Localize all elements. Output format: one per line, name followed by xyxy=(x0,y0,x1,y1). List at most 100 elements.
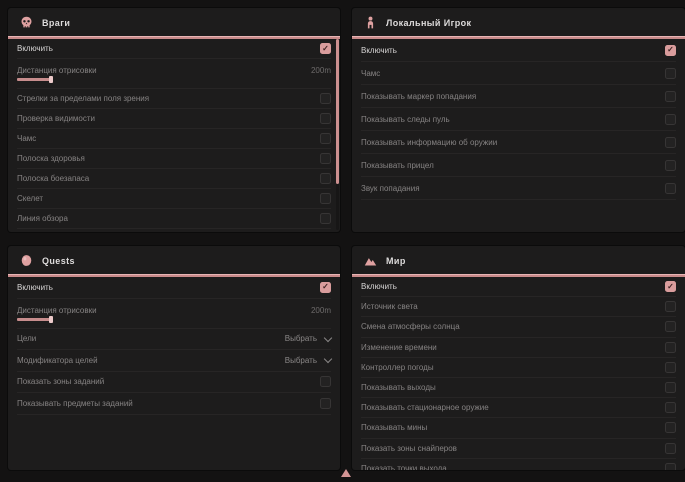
slider[interactable] xyxy=(17,318,52,321)
panel-title: Враги xyxy=(42,18,70,28)
checkbox[interactable] xyxy=(665,160,676,171)
row-label: Показать точки выхода xyxy=(361,464,447,470)
row-label: Показывать маркер попадания xyxy=(361,92,476,101)
row-label: Полоска здоровья xyxy=(17,154,85,163)
row-label: Дистанция отрисовки xyxy=(17,306,97,315)
scrollbar-thumb[interactable] xyxy=(336,39,339,184)
row-toggle: Контроллер погоды xyxy=(361,358,676,378)
circle-icon xyxy=(20,254,33,267)
row-toggle: Скелет xyxy=(17,189,331,209)
row-toggle: Включить✓ xyxy=(17,39,331,59)
row-toggle: Показывать прицел xyxy=(361,154,676,177)
checkbox[interactable] xyxy=(665,68,676,79)
row-label: Цели xyxy=(17,334,36,343)
row-toggle: Изменение времени xyxy=(361,338,676,358)
chevron-down-icon xyxy=(324,355,332,363)
person-icon xyxy=(364,16,377,29)
scrollbar[interactable] xyxy=(336,39,339,230)
skull-icon xyxy=(20,16,33,29)
panel-title: Quests xyxy=(42,256,75,266)
check-icon: ✓ xyxy=(667,46,674,54)
checkbox[interactable] xyxy=(320,398,331,409)
slider-value: 200m xyxy=(311,306,331,315)
checkbox[interactable] xyxy=(665,321,676,332)
dropdown[interactable]: Выбрать xyxy=(285,356,331,365)
row-slider: Дистанция отрисовки 200m xyxy=(17,59,331,89)
checkbox[interactable] xyxy=(665,342,676,353)
row-toggle: Показывать выходы xyxy=(361,378,676,398)
dropdown-value: Выбрать xyxy=(285,334,317,343)
checkbox[interactable] xyxy=(665,422,676,433)
checkbox[interactable]: ✓ xyxy=(320,43,331,54)
slider-thumb[interactable] xyxy=(49,76,53,83)
checkbox[interactable] xyxy=(320,153,331,164)
checkbox[interactable] xyxy=(320,193,331,204)
row-label: Полоска боезапаса xyxy=(17,174,89,183)
row-label: Показать зоны заданий xyxy=(17,377,104,386)
chevron-down-icon xyxy=(324,334,332,342)
row-label: Линия обзора xyxy=(17,214,68,223)
settings-window: Враги Включить✓Дистанция отрисовки200mСт… xyxy=(8,8,685,470)
row-toggle: Показать точки выхода xyxy=(361,459,676,470)
checkbox[interactable] xyxy=(320,173,331,184)
panel-local-player: Локальный Игрок Включить ✓ Чамс Показывать … xyxy=(352,8,685,232)
row-toggle: Показать зоны заданий xyxy=(17,372,331,394)
checkbox[interactable] xyxy=(320,376,331,387)
row-toggle: Линия обзора xyxy=(17,209,331,229)
row-toggle: Смена атмосферы солнца xyxy=(361,317,676,337)
row-label: Показывать стационарное оружие xyxy=(361,403,489,412)
checkbox[interactable] xyxy=(665,443,676,454)
checkbox[interactable] xyxy=(320,93,331,104)
checkbox[interactable] xyxy=(665,91,676,102)
slider[interactable] xyxy=(17,78,52,81)
checkbox[interactable] xyxy=(320,133,331,144)
checkbox[interactable] xyxy=(665,114,676,125)
checkbox[interactable]: ✓ xyxy=(665,45,676,56)
checkbox[interactable]: ✓ xyxy=(320,282,331,293)
check-icon: ✓ xyxy=(322,45,329,53)
row-toggle: Полоска боезапаса xyxy=(17,169,331,189)
row-label: Проверка видимости xyxy=(17,114,95,123)
checkbox[interactable] xyxy=(665,301,676,312)
slider-value: 200m xyxy=(311,66,331,75)
row-label: Модификатора целей xyxy=(17,356,98,365)
checkbox[interactable] xyxy=(320,213,331,224)
row-label: Показывать следы пуль xyxy=(361,115,450,124)
row-label: Дистанция отрисовки xyxy=(17,66,97,75)
row-toggle: Источник света xyxy=(361,297,676,317)
checkbox[interactable] xyxy=(665,463,676,470)
panel-world: Мир Включить✓Источник светаСмена атмосфе… xyxy=(352,246,685,470)
row-label: Включить xyxy=(17,283,53,292)
row-toggle: Показывать мины xyxy=(361,418,676,438)
row-label: Контроллер погоды xyxy=(361,363,434,372)
checkbox[interactable] xyxy=(665,402,676,413)
row-label: Показать зоны снайперов xyxy=(361,444,457,453)
row-toggle: Стрелки за пределами поля зрения xyxy=(17,89,331,109)
checkbox[interactable] xyxy=(665,137,676,148)
panel-quests: Quests Включить ✓ Дистанция отрисовки 200m Ц… xyxy=(8,246,340,470)
row-toggle: Показывать стационарное оружие xyxy=(361,398,676,418)
row-toggle: Показывать следы пуль xyxy=(361,108,676,131)
checkbox[interactable] xyxy=(665,362,676,373)
slider-row-top: Дистанция отрисовки 200m xyxy=(17,306,331,315)
row-toggle: Показывать предметы заданий xyxy=(17,393,331,415)
dropdown[interactable]: Выбрать xyxy=(285,334,331,343)
cursor-pointer xyxy=(341,469,351,477)
checkbox[interactable] xyxy=(665,382,676,393)
row-label: Включить xyxy=(361,282,397,291)
check-icon: ✓ xyxy=(322,283,329,291)
slider-thumb[interactable] xyxy=(49,316,53,323)
row-label: Показывать выходы xyxy=(361,383,436,392)
panel-title: Локальный Игрок xyxy=(386,18,471,28)
row-label: Включить xyxy=(361,46,397,55)
row-toggle: Чамс xyxy=(17,129,331,149)
row-toggle: Чамс xyxy=(361,62,676,85)
dropdown-value: Выбрать xyxy=(285,356,317,365)
row-slider: Дистанция отрисовки 200m xyxy=(17,299,331,329)
checkbox[interactable] xyxy=(665,183,676,194)
panel-header: Враги xyxy=(8,8,340,39)
row-toggle: Показывать маркер попадания xyxy=(361,85,676,108)
checkbox[interactable]: ✓ xyxy=(665,281,676,292)
row-toggle: Проверка видимости xyxy=(17,109,331,129)
checkbox[interactable] xyxy=(320,113,331,124)
